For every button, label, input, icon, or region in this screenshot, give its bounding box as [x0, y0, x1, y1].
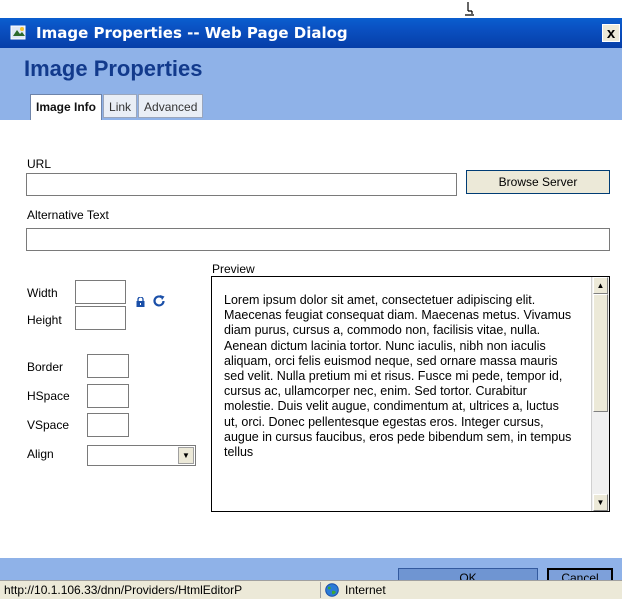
hspace-input[interactable]	[87, 384, 129, 408]
preview-text: Lorem ipsum dolor sit amet, consectetuer…	[224, 293, 572, 460]
url-input[interactable]	[26, 173, 457, 196]
status-bar: http://10.1.106.33/dnn/Providers/HtmlEdi…	[0, 580, 622, 599]
alt-text-input[interactable]	[26, 228, 610, 251]
cursor-icon	[465, 2, 474, 16]
chevron-down-icon[interactable]: ▼	[178, 447, 194, 464]
globe-icon	[325, 583, 339, 597]
status-url: http://10.1.106.33/dnn/Providers/HtmlEdi…	[4, 583, 243, 597]
status-divider	[320, 582, 321, 598]
lock-icon[interactable]	[136, 297, 145, 307]
scroll-up-icon[interactable]: ▲	[593, 277, 608, 294]
width-input[interactable]	[75, 280, 126, 304]
page-title: Image Properties	[24, 56, 203, 81]
close-button[interactable]: x	[602, 24, 620, 42]
width-label: Width	[27, 286, 58, 300]
ie-icon	[10, 25, 26, 40]
align-select[interactable]: ▼	[87, 445, 196, 466]
scroll-down-icon[interactable]: ▼	[593, 494, 608, 511]
height-label: Height	[27, 313, 62, 327]
vspace-input[interactable]	[87, 413, 129, 437]
dialog-header: Image Properties Image Info Link Advance…	[0, 48, 622, 120]
title-bar[interactable]: Image Properties -- Web Page Dialog x	[0, 18, 622, 48]
window-title: Image Properties -- Web Page Dialog	[36, 24, 348, 42]
url-label: URL	[27, 157, 52, 171]
browse-server-button[interactable]: Browse Server	[466, 170, 610, 194]
vspace-label: VSpace	[27, 418, 70, 432]
tab-advanced[interactable]: Advanced	[138, 94, 204, 118]
refresh-icon[interactable]	[152, 294, 166, 308]
status-zone: Internet	[345, 583, 386, 597]
preview-box[interactable]: Lorem ipsum dolor sit amet, consectetuer…	[211, 276, 610, 512]
preview-scrollbar[interactable]: ▲ ▼	[591, 277, 609, 511]
alt-text-label: Alternative Text	[27, 208, 109, 222]
scroll-thumb[interactable]	[593, 294, 608, 412]
preview-label: Preview	[212, 262, 255, 276]
tab-image-info[interactable]: Image Info	[30, 94, 103, 120]
align-label: Align	[27, 447, 54, 461]
border-input[interactable]	[87, 354, 129, 378]
border-label: Border	[27, 360, 64, 374]
tab-link[interactable]: Link	[103, 94, 138, 118]
height-input[interactable]	[75, 306, 126, 330]
tab-bar: Image Info Link Advanced	[30, 94, 204, 120]
hspace-label: HSpace	[27, 389, 70, 403]
